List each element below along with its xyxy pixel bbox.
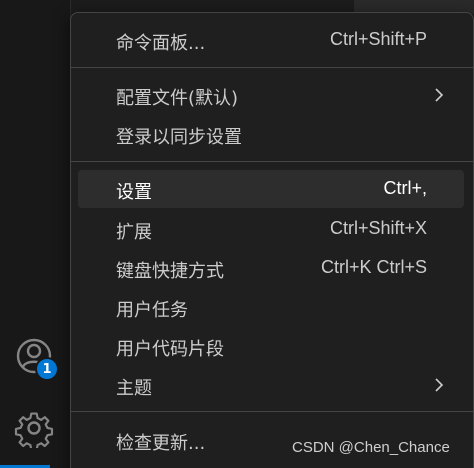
- menu-item-keyboard-shortcuts[interactable]: 键盘快捷方式 Ctrl+K Ctrl+S: [78, 249, 464, 287]
- accounts-badge: 1: [35, 357, 59, 381]
- chevron-right-icon: [430, 374, 448, 396]
- menu-item-user-tasks[interactable]: 用户任务: [78, 288, 464, 326]
- activity-bar: 1: [0, 0, 71, 468]
- menu-item-label: 检查更新...: [116, 433, 206, 454]
- menu-item-settings[interactable]: 设置 Ctrl+,: [78, 170, 464, 208]
- menu-item-shortcut: Ctrl+Shift+P: [329, 29, 427, 49]
- menu-item-user-snippets[interactable]: 用户代码片段: [78, 327, 464, 365]
- menu-item-shortcut: Ctrl+Shift+X: [329, 218, 427, 238]
- menu-item-shortcut: Ctrl+,: [383, 178, 427, 198]
- menu-item-label: 登录以同步设置: [116, 127, 242, 148]
- vscode-window: 1 命令面板... Ctrl+Shift+P 配置文件(默认) 登录以同步设置: [0, 0, 474, 468]
- menu-separator: [71, 411, 473, 412]
- menu-item-label: 主题: [116, 378, 152, 399]
- menu-item-label: 扩展: [116, 222, 152, 243]
- menu-item-shortcut: Ctrl+K Ctrl+S: [320, 257, 427, 277]
- menu-item-label: 用户代码片段: [116, 339, 224, 360]
- menu-item-label: 配置文件(默认): [116, 88, 239, 109]
- menu-item-themes[interactable]: 主题: [78, 366, 464, 404]
- menu-item-extensions[interactable]: 扩展 Ctrl+Shift+X: [78, 210, 464, 248]
- gear-icon[interactable]: [14, 408, 54, 451]
- menu-item-label: 用户任务: [116, 300, 188, 321]
- menu-item-command-palette[interactable]: 命令面板... Ctrl+Shift+P: [78, 21, 464, 59]
- chevron-right-icon: [430, 84, 448, 106]
- watermark: CSDN @Chen_Chance: [292, 439, 450, 456]
- manage-context-menu: 命令面板... Ctrl+Shift+P 配置文件(默认) 登录以同步设置 设置…: [70, 12, 474, 468]
- menu-item-sign-in-sync[interactable]: 登录以同步设置: [78, 115, 464, 153]
- menu-item-label: 设置: [116, 182, 152, 203]
- menu-separator: [71, 67, 473, 68]
- menu-separator: [71, 161, 473, 162]
- menu-item-label: 键盘快捷方式: [116, 261, 224, 282]
- menu-item-profiles[interactable]: 配置文件(默认): [78, 76, 464, 114]
- menu-item-label: 命令面板...: [116, 33, 206, 54]
